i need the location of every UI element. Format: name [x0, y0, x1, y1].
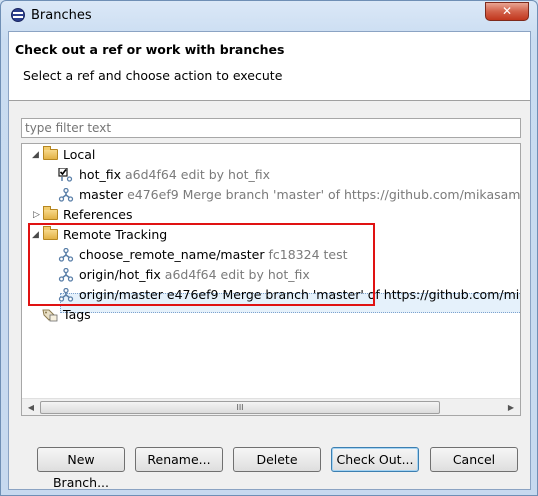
branch-name: origin/master — [79, 287, 163, 302]
new-branch-button[interactable]: New Branch... — [37, 447, 125, 490]
commit-detail: e476ef9 Merge branch 'master' of https:/… — [166, 287, 521, 302]
commit-detail: e476ef9 Merge branch 'master' of https:/… — [127, 187, 521, 202]
branch-name: hot_fix — [79, 167, 121, 182]
branch-label: choose_remote_name/master fc18324 test — [79, 245, 348, 265]
ref-tree[interactable]: ◢ Local hot_fix a6d4f64 edit by hot_fix — [21, 143, 521, 416]
tree-node-local[interactable]: ◢ Local — [22, 145, 520, 165]
tree-node-tags[interactable]: Tags — [22, 305, 520, 325]
scroll-right-icon[interactable]: ▶ — [503, 400, 519, 415]
folder-icon — [43, 206, 58, 220]
tree-node-references[interactable]: ▷ References — [22, 205, 520, 225]
folder-icon — [43, 226, 58, 240]
dialog-body: Check out a ref or work with branches Se… — [8, 31, 531, 490]
collapsed-arrow-icon[interactable]: ▷ — [33, 205, 43, 225]
tree-row-branch[interactable]: master e476ef9 Merge branch 'master' of … — [22, 185, 520, 205]
branch-label: master e476ef9 Merge branch 'master' of … — [79, 185, 521, 205]
commit-detail: fc18324 test — [268, 247, 348, 262]
branch-icon — [58, 248, 74, 262]
horizontal-scrollbar[interactable]: ◀ III ▶ — [22, 398, 520, 415]
folder-icon — [43, 146, 58, 160]
close-button[interactable]: ✕ — [485, 2, 529, 21]
node-label: References — [63, 207, 133, 222]
window-title: Branches — [31, 8, 92, 23]
node-label: Tags — [63, 307, 91, 322]
title-bar[interactable]: Branches ✕ — [1, 1, 537, 31]
branch-name: choose_remote_name/master — [79, 247, 265, 262]
check-out-button[interactable]: Check Out... — [331, 447, 419, 472]
dialog-header: Check out a ref or work with branches Se… — [9, 32, 530, 101]
tags-icon — [42, 309, 58, 322]
scrollbar-thumb[interactable]: III — [40, 401, 440, 414]
filter-input[interactable] — [21, 118, 521, 138]
commit-detail: a6d4f64 edit by hot_fix — [164, 267, 310, 282]
branch-name: master — [79, 187, 124, 202]
branch-label: origin/master e476ef9 Merge branch 'mast… — [79, 285, 521, 305]
tree-row-branch[interactable]: hot_fix a6d4f64 edit by hot_fix — [22, 165, 520, 185]
tree-row-remote-branch[interactable]: origin/hot_fix a6d4f64 edit by hot_fix — [22, 265, 520, 285]
branch-icon — [58, 188, 74, 202]
header-subtitle: Select a ref and choose action to execut… — [23, 68, 283, 83]
branches-dialog: Branches ✕ Check out a ref or work with … — [0, 0, 538, 496]
delete-button[interactable]: Delete — [233, 447, 321, 472]
tree-row-remote-branch-selected[interactable]: origin/master e476ef9 Merge branch 'mast… — [22, 285, 520, 305]
branch-label: hot_fix a6d4f64 edit by hot_fix — [79, 165, 270, 185]
branch-name: origin/hot_fix — [79, 267, 161, 282]
expanded-arrow-icon[interactable]: ◢ — [32, 225, 42, 245]
checked-out-branch-icon — [58, 168, 73, 182]
branch-icon — [58, 288, 74, 302]
node-label: Local — [63, 147, 96, 162]
branch-icon — [58, 268, 74, 282]
node-label: Remote Tracking — [63, 227, 168, 242]
tree-node-remote-tracking[interactable]: ◢ Remote Tracking — [22, 225, 520, 245]
cancel-button[interactable]: Cancel — [430, 447, 518, 472]
branch-label: origin/hot_fix a6d4f64 edit by hot_fix — [79, 265, 310, 285]
expanded-arrow-icon[interactable]: ◢ — [32, 145, 42, 165]
tree-row-remote-branch[interactable]: choose_remote_name/master fc18324 test — [22, 245, 520, 265]
rename-button[interactable]: Rename... — [135, 447, 223, 472]
eclipse-icon — [11, 8, 25, 22]
header-title: Check out a ref or work with branches — [15, 42, 285, 57]
scroll-left-icon[interactable]: ◀ — [23, 400, 39, 415]
commit-detail: a6d4f64 edit by hot_fix — [124, 167, 271, 182]
